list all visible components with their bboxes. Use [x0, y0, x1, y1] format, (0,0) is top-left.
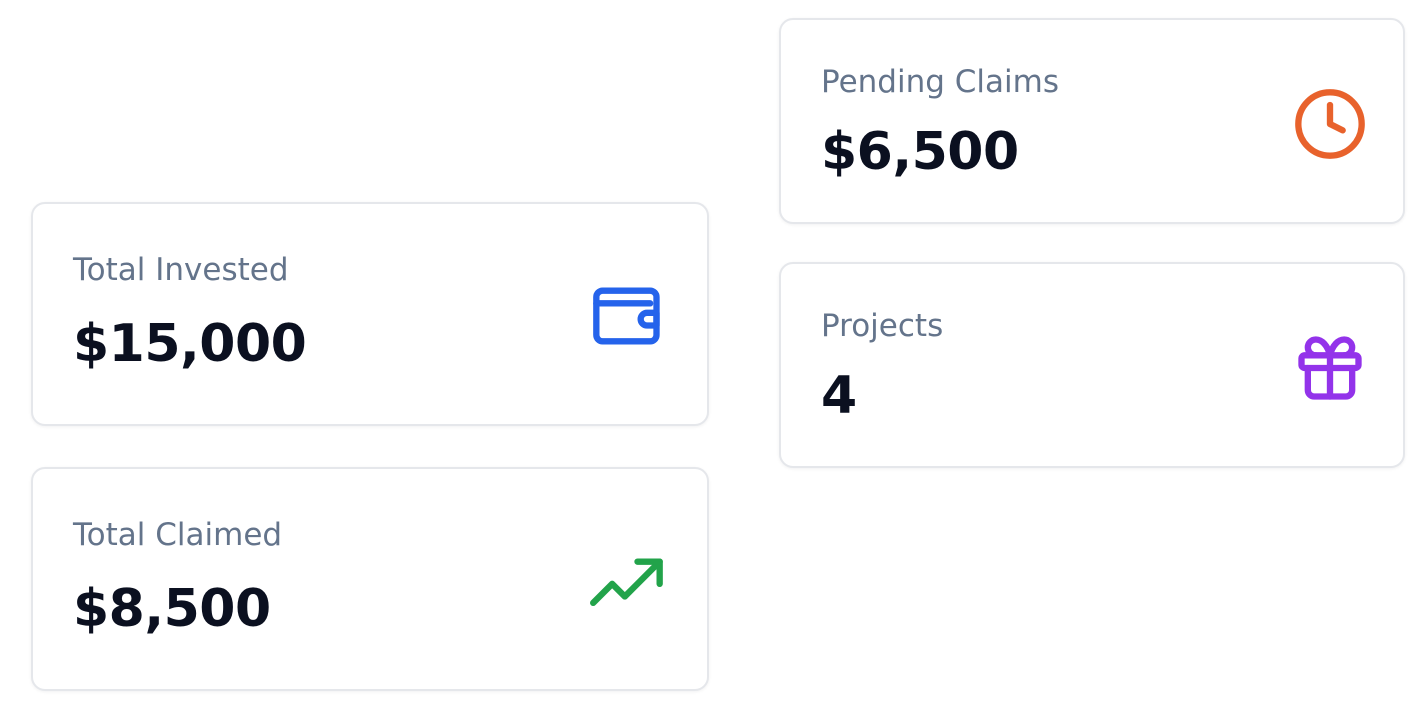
total-invested-card: Total Invested $15,000: [31, 202, 709, 426]
total-invested-label: Total Invested: [73, 252, 289, 288]
projects-card: Projects 4: [779, 262, 1405, 468]
pending-claims-label: Pending Claims: [821, 64, 1059, 100]
total-claimed-value: $8,500: [73, 579, 271, 639]
total-claimed-label: Total Claimed: [73, 517, 283, 553]
clock-icon: [1292, 86, 1368, 162]
wallet-icon: [590, 278, 666, 354]
projects-value: 4: [821, 366, 857, 426]
total-claimed-card: Total Claimed $8,500: [31, 467, 709, 691]
pending-claims-card: Pending Claims $6,500: [779, 18, 1405, 224]
total-invested-value: $15,000: [73, 314, 307, 374]
gift-icon: [1292, 330, 1368, 406]
trending-up-icon: [590, 549, 666, 625]
projects-label: Projects: [821, 308, 944, 344]
pending-claims-value: $6,500: [821, 122, 1019, 182]
